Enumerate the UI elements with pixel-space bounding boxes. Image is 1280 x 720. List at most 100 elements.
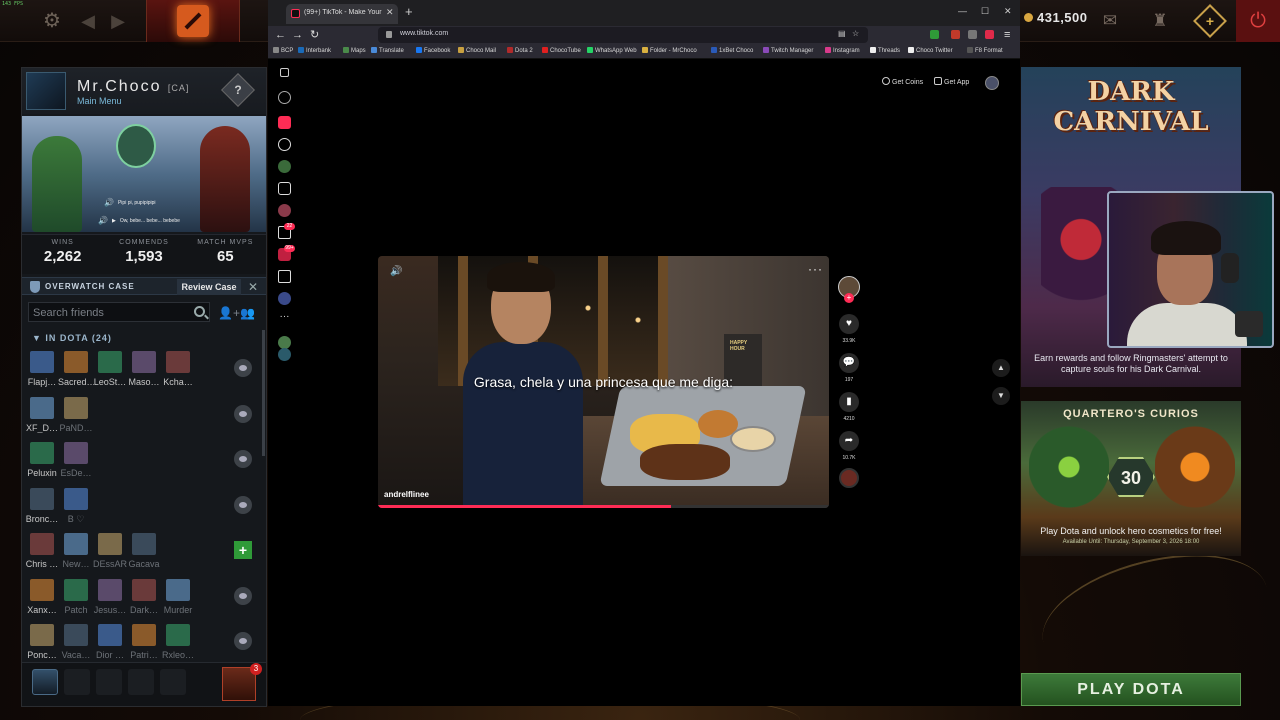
video-progress[interactable]: [378, 505, 829, 508]
review-case-button[interactable]: Review Case: [177, 279, 241, 295]
friend-entry[interactable]: Patch: [58, 578, 94, 619]
extensions-icon[interactable]: [968, 30, 977, 39]
followed-account-icon[interactable]: [278, 348, 291, 361]
heart-icon[interactable]: ♥: [839, 314, 859, 334]
friend-entry[interactable]: B ♡: [58, 487, 94, 528]
voice-line[interactable]: 🔊 Pipi pi, pupipipipi: [104, 198, 156, 207]
chevron-up-icon[interactable]: ▲: [992, 359, 1010, 377]
comment-icon[interactable]: 💬: [839, 353, 859, 373]
extension-icon[interactable]: [951, 30, 960, 39]
volume-icon[interactable]: 🔊: [390, 266, 402, 277]
bookmark-item[interactable]: Choco Twitter: [908, 47, 953, 54]
upload-icon[interactable]: [278, 270, 291, 283]
friend-entry[interactable]: DEssAR: [92, 533, 128, 573]
reload-icon[interactable]: ↻: [310, 28, 319, 42]
minimize-icon[interactable]: —: [958, 6, 967, 16]
video-player[interactable]: HAPPY HOUR Grasa, chela y una princesa q…: [378, 256, 829, 508]
follow-plus-icon[interactable]: +: [844, 293, 854, 303]
friend-entry[interactable]: Peluxin: [24, 442, 60, 482]
play-dota-button[interactable]: PLAY DOTA: [1021, 673, 1241, 706]
party-slot-empty[interactable]: [160, 669, 186, 695]
live-icon[interactable]: [278, 204, 291, 217]
party-slot-empty[interactable]: [128, 669, 154, 695]
profile-extension-icon[interactable]: [985, 30, 994, 39]
friend-entry[interactable]: Maso…: [126, 351, 162, 391]
party-slot-me[interactable]: [32, 669, 58, 695]
bookmark-item[interactable]: Facebook: [416, 47, 450, 54]
bookmark-star-icon[interactable]: ☆: [852, 29, 859, 38]
hero-showcase[interactable]: 🔊 Pipi pi, pupipipipi 🔊 ▶ Ow, bebe... bebe.…: [22, 116, 266, 232]
tab-tiktok[interactable]: (99+) TikTok - Make Your Day ✕: [286, 4, 398, 24]
bookmark-item[interactable]: WhatsApp Web: [587, 47, 637, 54]
menu-icon[interactable]: ≡: [1004, 28, 1010, 42]
voice-line[interactable]: 🔊 ▶ Ow, bebe... bebe... bebebe: [98, 216, 180, 225]
spectate-eye-icon[interactable]: [234, 495, 252, 514]
friends-group-header[interactable]: ▼ IN DOTA (24): [32, 333, 112, 343]
search-icon[interactable]: [194, 306, 205, 317]
bookmark-item[interactable]: Threads: [870, 47, 900, 54]
friend-entry[interactable]: Sacred…: [58, 351, 94, 391]
party-slot-empty[interactable]: [64, 669, 90, 695]
more-icon[interactable]: ···: [278, 312, 291, 327]
armory-icon[interactable]: ♜: [1147, 8, 1173, 34]
friend-entry[interactable]: Ponc…: [24, 624, 60, 661]
friend-entry[interactable]: PaND…: [58, 396, 94, 437]
party-slot-empty[interactable]: [96, 669, 122, 695]
avatar[interactable]: [26, 72, 66, 110]
spectate-eye-icon[interactable]: [234, 359, 252, 377]
friend-entry[interactable]: Flapj…: [24, 351, 60, 391]
spectate-eye-icon[interactable]: [234, 632, 252, 650]
friend-entry[interactable]: Gacava: [126, 533, 162, 573]
bookmark-item[interactable]: Interbank: [298, 47, 331, 54]
friend-entry[interactable]: LeoSt…: [92, 351, 128, 391]
search-icon[interactable]: [278, 91, 291, 104]
following-icon[interactable]: [278, 160, 291, 173]
friend-entry[interactable]: Jesus…: [92, 578, 128, 619]
bookmark-item[interactable]: Dota 2: [507, 47, 533, 54]
friends-icon[interactable]: [278, 182, 291, 195]
friend-entry[interactable]: Chris …: [24, 533, 60, 573]
spectate-eye-icon[interactable]: [234, 450, 252, 468]
close-window-icon[interactable]: ✕: [1004, 6, 1012, 17]
friend-entry[interactable]: XF_D…: [24, 396, 60, 437]
friend-entry[interactable]: Dark…: [126, 578, 162, 619]
power-icon[interactable]: ⏻: [1236, 0, 1280, 42]
spectate-eye-icon[interactable]: [234, 586, 252, 605]
friend-entry[interactable]: Rxleo…: [160, 624, 196, 661]
more-options-icon[interactable]: ···: [808, 262, 823, 276]
friends-group-icon[interactable]: 👥: [240, 306, 255, 320]
bookmark-item[interactable]: Folder - MrChoco: [642, 47, 697, 54]
dota-plus-icon[interactable]: +: [1193, 4, 1227, 38]
bookmark-icon[interactable]: ▮: [839, 392, 859, 412]
spectate-eye-icon[interactable]: [234, 404, 252, 423]
bookmark-item[interactable]: ChocoTube: [542, 47, 581, 54]
friend-entry[interactable]: Bronc…: [24, 487, 60, 528]
friend-entry[interactable]: Vaca…: [58, 624, 94, 661]
friend-entry[interactable]: EsDe…: [58, 442, 94, 482]
profile-icon[interactable]: [278, 292, 291, 305]
friend-entry[interactable]: Xanx…: [24, 578, 60, 619]
scrollbar[interactable]: [262, 330, 265, 456]
bookmark-item[interactable]: Translate: [371, 47, 404, 54]
add-to-party-icon[interactable]: +: [234, 541, 252, 559]
friend-entry[interactable]: Kcha…: [160, 351, 196, 391]
mail-icon[interactable]: ✉: [1097, 8, 1123, 34]
close-tab-icon[interactable]: ✕: [386, 7, 394, 18]
explore-icon[interactable]: [278, 138, 291, 151]
friend-entry[interactable]: Patri…: [126, 624, 162, 661]
address-bar[interactable]: www.tiktok.com ▤ ☆: [378, 27, 868, 43]
back-arrow-icon[interactable]: ◀: [78, 9, 98, 33]
quarteros-curios-panel[interactable]: QUARTERO'S CURIOS 30 Play Dota and unloc…: [1021, 401, 1241, 556]
close-icon[interactable]: ✕: [248, 280, 258, 294]
add-friend-icon[interactable]: 👤+: [218, 306, 240, 320]
bookmark-item[interactable]: Choco Mail: [458, 47, 496, 54]
back-icon[interactable]: ←: [275, 28, 286, 42]
bookmark-item[interactable]: Twitch Manager: [763, 47, 813, 54]
reader-icon[interactable]: ▤: [838, 29, 846, 38]
home-icon[interactable]: [278, 116, 291, 129]
dota-logo[interactable]: [146, 0, 240, 42]
bookmark-item[interactable]: BCP: [273, 47, 293, 54]
new-tab-button[interactable]: +: [405, 5, 413, 19]
maximize-icon[interactable]: ☐: [981, 6, 989, 17]
chevron-down-icon[interactable]: ▼: [992, 387, 1010, 405]
